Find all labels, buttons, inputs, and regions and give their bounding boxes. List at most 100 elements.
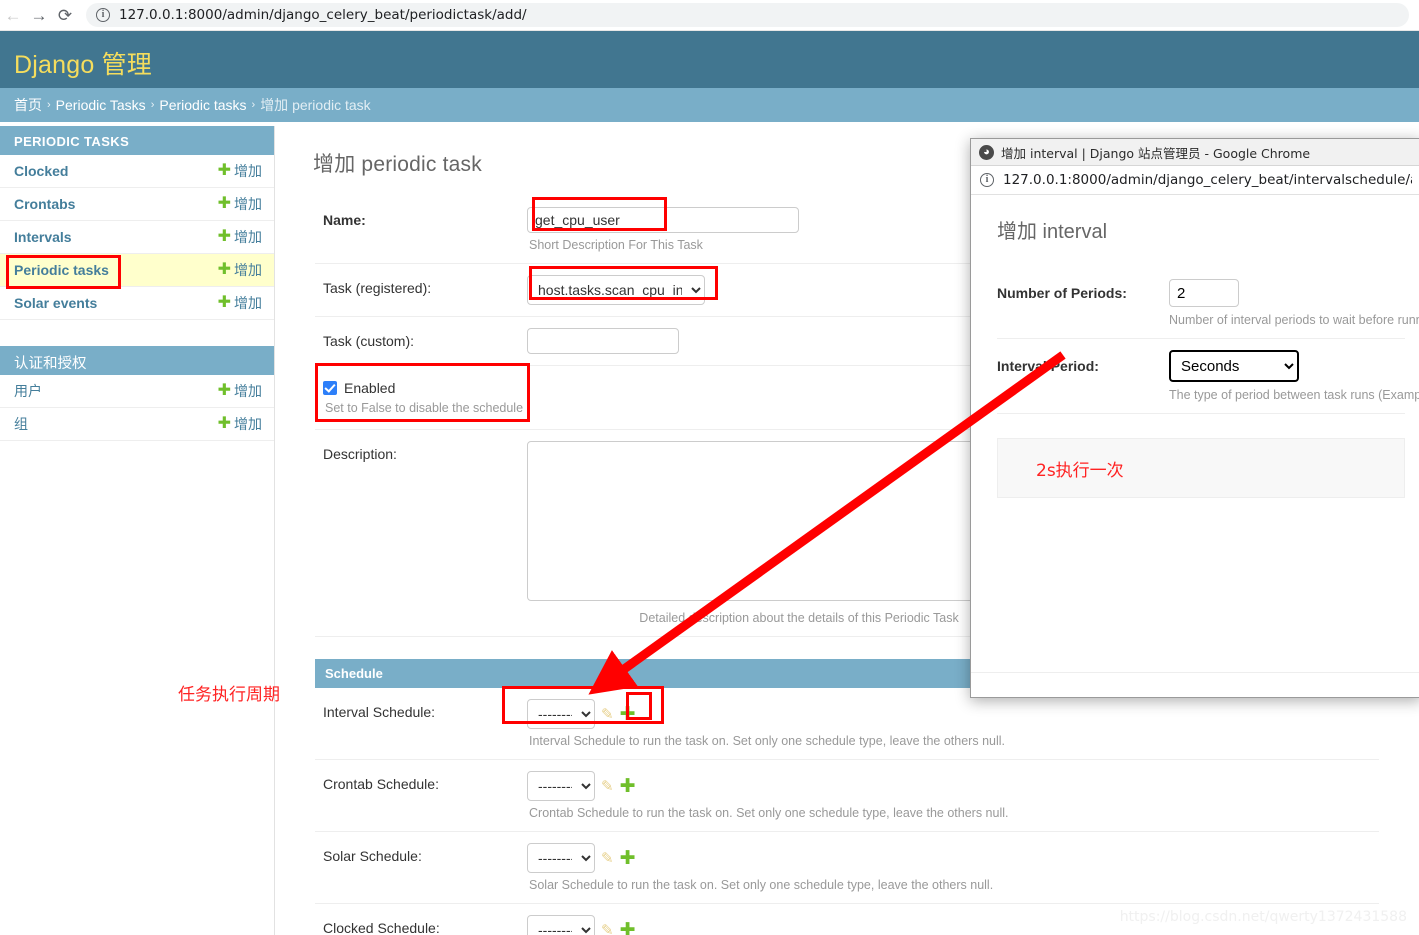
enabled-label[interactable]: Enabled [344,380,395,396]
interval-schedule-select[interactable]: --------- [527,699,595,729]
sidebar-item-label[interactable]: Intervals [14,229,72,245]
interval-schedule-label: Interval Schedule: [323,704,436,720]
form-row-interval-schedule: Interval Schedule: --------- ✎ ✚ Interva… [315,688,1379,759]
description-label: Description: [323,446,397,462]
breadcrumb-item-app[interactable]: Periodic Tasks [56,97,146,113]
popup-annotation-panel: 2s执行一次 [997,438,1405,498]
sidebar-add-periodic-tasks[interactable]: ✚ 增加 [218,260,262,280]
sidebar-item-intervals[interactable]: Intervals ✚ 增加 [0,221,274,254]
sidebar-add-label: 增加 [234,295,262,311]
enabled-checkbox[interactable] [323,381,337,395]
plus-icon: ✚ [217,382,231,399]
pencil-icon[interactable]: ✎ [601,707,614,722]
breadcrumb-separator-icon: › [150,99,155,111]
popup-window-title: 增加 interval | Django 站点管理员 - Google Chro… [1001,145,1311,161]
popup-annotation-text: 2s执行一次 [1036,460,1124,481]
popup-address-bar-url: 127.0.0.1:8000/admin/django_celery_beat/… [1003,172,1412,188]
django-header: Django 管理 [0,31,1419,88]
task-registered-select[interactable]: host.tasks.scan_cpu_info [527,275,705,305]
sidebar-group-caption-auth[interactable]: 认证和授权 [0,346,274,375]
sidebar-item-label[interactable]: 用户 [14,381,42,401]
sidebar-item-clocked[interactable]: Clocked ✚ 增加 [0,155,274,188]
plus-icon[interactable]: ✚ [620,705,636,724]
sidebar-add-label: 增加 [234,262,262,278]
sidebar-add-label: 增加 [234,416,262,432]
site-branding[interactable]: Django 管理 [14,45,152,81]
address-bar-url: 127.0.0.1:8000/admin/django_celery_beat/… [119,7,527,23]
popup-title-bar[interactable]: ◕ 增加 interval | Django 站点管理员 - Google Ch… [971,139,1419,166]
plus-icon[interactable]: ✚ [620,849,636,868]
sidebar-item-users[interactable]: 用户 ✚ 增加 [0,375,274,408]
clocked-schedule-select[interactable]: --------- [527,915,595,935]
browser-toolbar: ← → ⟳ i 127.0.0.1:8000/admin/django_cele… [0,0,1419,31]
address-bar[interactable]: i 127.0.0.1:8000/admin/django_celery_bea… [86,3,1409,27]
sidebar: PERIODIC TASKS Clocked ✚ 增加 Crontabs ✚ 增… [0,126,275,935]
sidebar-item-label[interactable]: Periodic tasks [14,262,109,278]
chrome-globe-icon: ◕ [979,144,994,160]
solar-schedule-label: Solar Schedule: [323,848,422,864]
breadcrumb-item-home[interactable]: 首页 [14,95,42,115]
pencil-icon[interactable]: ✎ [601,923,614,935]
popup-row-number-of-periods: Number of Periods: Number of interval pe… [997,268,1419,339]
crontab-schedule-help: Crontab Schedule to run the task on. Set… [529,806,1009,820]
watermark: https://blog.csdn.net/qwerty1372431588 [1119,909,1407,925]
plus-icon: ✚ [217,294,231,311]
sidebar-item-label[interactable]: Crontabs [14,196,75,212]
task-custom-label: Task (custom): [323,333,415,349]
sidebar-add-users[interactable]: ✚ 增加 [218,381,262,401]
breadcrumb-item-model[interactable]: Periodic tasks [159,97,246,113]
plus-icon: ✚ [217,195,231,212]
crontab-schedule-label: Crontab Schedule: [323,776,439,792]
solar-schedule-select[interactable]: --------- [527,843,595,873]
sidebar-add-label: 增加 [234,383,262,399]
forward-arrow-icon[interactable]: → [26,2,52,28]
pencil-icon[interactable]: ✎ [601,779,614,794]
interval-period-label: Interval Period: [997,358,1099,374]
task-registered-label: Task (registered): [323,280,432,296]
sidebar-item-solar-events[interactable]: Solar events ✚ 增加 [0,287,274,320]
popup-row-interval-period: Interval Period: Seconds The type of per… [997,339,1419,414]
name-input[interactable] [527,207,799,233]
sidebar-item-groups[interactable]: 组 ✚ 增加 [0,408,274,441]
sidebar-spacer [0,320,274,346]
sidebar-item-periodic-tasks[interactable]: Periodic tasks ✚ 增加 [0,254,274,287]
plus-icon[interactable]: ✚ [620,777,636,796]
sidebar-item-crontabs[interactable]: Crontabs ✚ 增加 [0,188,274,221]
interval-popup-window[interactable]: ◕ 增加 interval | Django 站点管理员 - Google Ch… [970,138,1419,698]
sidebar-add-label: 增加 [234,196,262,212]
info-circle-icon[interactable]: i [980,173,994,187]
sidebar-add-crontabs[interactable]: ✚ 增加 [218,194,262,214]
name-label: Name: [323,212,366,228]
sidebar-item-label[interactable]: Solar events [14,295,97,311]
plus-icon: ✚ [217,415,231,432]
number-of-periods-input[interactable] [1169,279,1239,307]
sidebar-add-intervals[interactable]: ✚ 增加 [218,227,262,247]
sidebar-add-solar-events[interactable]: ✚ 增加 [218,293,262,313]
crontab-schedule-select[interactable]: --------- [527,771,595,801]
sidebar-item-label[interactable]: Clocked [14,163,68,179]
form-row-solar-schedule: Solar Schedule: --------- ✎ ✚ Solar Sche… [315,831,1379,903]
plus-icon: ✚ [217,228,231,245]
interval-period-select[interactable]: Seconds [1169,350,1299,382]
popup-address-bar[interactable]: i 127.0.0.1:8000/admin/django_celery_bea… [971,166,1419,195]
page-root: ← → ⟳ i 127.0.0.1:8000/admin/django_cele… [0,0,1419,935]
sidebar-item-label[interactable]: 组 [14,414,28,434]
sidebar-add-clocked[interactable]: ✚ 增加 [218,161,262,181]
pencil-icon[interactable]: ✎ [601,851,614,866]
form-row-crontab-schedule: Crontab Schedule: --------- ✎ ✚ Crontab … [315,759,1379,831]
breadcrumb-current: 增加 periodic task [260,97,371,113]
sidebar-add-groups[interactable]: ✚ 增加 [218,414,262,434]
annotation-schedule-note: 任务执行周期 [178,685,280,705]
task-custom-input[interactable] [527,328,679,354]
plus-icon: ✚ [217,162,231,179]
info-circle-icon[interactable]: i [96,8,110,22]
breadcrumb: 首页 › Periodic Tasks › Periodic tasks › 增… [0,88,1419,122]
plus-icon: ✚ [217,261,231,278]
solar-schedule-help: Solar Schedule to run the task on. Set o… [529,878,994,892]
sidebar-add-label: 增加 [234,163,262,179]
schedule-fieldset: Schedule Interval Schedule: --------- ✎ … [275,659,1419,935]
reload-icon[interactable]: ⟳ [52,2,78,28]
back-arrow-icon[interactable]: ← [0,2,26,28]
sidebar-group-caption-periodic-tasks[interactable]: PERIODIC TASKS [0,126,274,155]
plus-icon[interactable]: ✚ [620,921,636,935]
